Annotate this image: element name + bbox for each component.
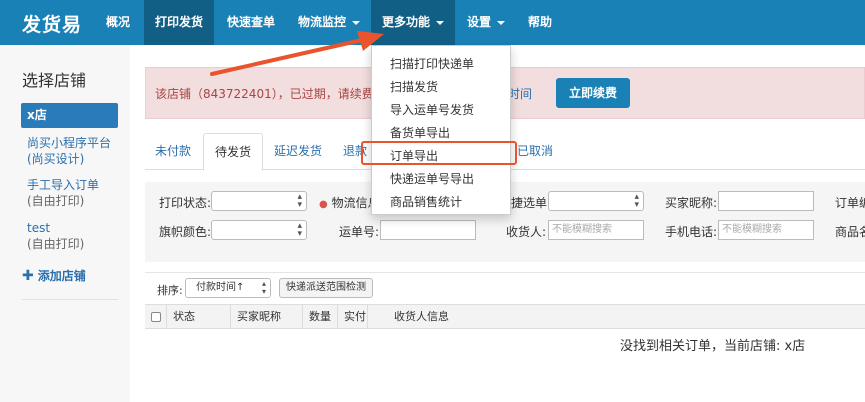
- menu-item-scan-print[interactable]: 扫描打印快递单: [390, 55, 474, 72]
- goods-name-label: 商品名: [835, 225, 865, 239]
- print-status-label: 打印状态:: [159, 196, 212, 210]
- brand-logo[interactable]: 发货易: [22, 10, 82, 37]
- tab-to-ship[interactable]: 待发货: [203, 133, 263, 171]
- menu-item-waybill-export[interactable]: 快递运单号导出: [390, 170, 474, 187]
- caret-down-icon: [497, 20, 505, 25]
- express-select[interactable]: ▴ ▾: [548, 191, 644, 211]
- sidebar-item-sub: (自由打印): [27, 237, 85, 251]
- nav-overview[interactable]: 概况: [96, 0, 140, 45]
- nav-print-ship[interactable]: 打印发货: [144, 0, 214, 45]
- delivery-range-check-button[interactable]: 快递派送范围检测: [279, 278, 373, 298]
- add-store-button[interactable]: ✚ 添加店铺: [22, 267, 86, 284]
- store-sidebar: 选择店铺 x店 尚买小程序平台 (尚买设计) 手工导入订单 (自由打印) tes…: [0, 45, 130, 402]
- sidebar-item-label: test: [27, 221, 51, 235]
- sidebar-item-sub: (自由打印): [27, 194, 85, 208]
- nav-settings-label: 设置: [466, 15, 491, 29]
- phone-input[interactable]: 不能模糊搜索: [718, 220, 814, 240]
- col-paid: 实付: [338, 305, 368, 329]
- buyer-nick-label: 买家昵称:: [665, 196, 718, 210]
- tab-unpaid[interactable]: 未付款: [145, 133, 201, 170]
- sidebar-title: 选择店铺: [22, 71, 87, 90]
- express-label: 捷选单:: [511, 196, 552, 210]
- sort-label: 排序:: [157, 284, 183, 297]
- waybill-label: 运单号:: [339, 225, 380, 239]
- sort-selected-value: 付款时间↑: [196, 282, 245, 293]
- waybill-input[interactable]: [380, 220, 476, 240]
- sidebar-item-test[interactable]: test (自由打印): [27, 220, 84, 252]
- sidebar-divider: [22, 299, 118, 300]
- nav-help[interactable]: 帮助: [520, 0, 560, 45]
- sidebar-item-active-store[interactable]: x店: [21, 103, 118, 128]
- empty-orders-message: 没找到相关订单，当前店铺: x店: [620, 339, 806, 354]
- select-all-checkbox[interactable]: [151, 312, 161, 322]
- receiver-label: 收货人:: [506, 225, 547, 239]
- alert-message: 该店铺（843722401），已过期，请续费。: [155, 87, 386, 101]
- flag-color-label: 旗帜颜色:: [159, 225, 212, 239]
- top-navbar: 发货易 概况 打印发货 快速查单 物流监控 更多功能 设置 帮助: [0, 0, 865, 45]
- nav-quick-search[interactable]: 快速查单: [216, 0, 286, 45]
- buyer-nick-input[interactable]: [718, 191, 814, 211]
- required-dot-icon: ●: [319, 199, 328, 210]
- menu-item-stock-export[interactable]: 备货单导出: [390, 124, 450, 141]
- caret-down-icon: [352, 20, 360, 25]
- col-receiver-info: 收货人信息: [394, 310, 449, 323]
- renew-button[interactable]: 立即续费: [556, 78, 630, 108]
- more-features-dropdown: 扫描打印快递单 扫描发货 导入运单号发货 备货单导出 订单导出 快递运单号导出 …: [371, 45, 511, 215]
- updown-arrow-icon: ▴ ▾: [634, 192, 639, 210]
- col-quantity: 数量: [303, 305, 338, 329]
- updown-arrow-icon: ▴ ▾: [261, 279, 266, 296]
- alert-time-link[interactable]: 时间: [508, 85, 532, 102]
- highlight-box: [361, 141, 517, 165]
- add-store-label: 添加店铺: [37, 269, 86, 283]
- sort-select[interactable]: 付款时间↑ ▴ ▾: [185, 278, 271, 298]
- sidebar-item-shangmai[interactable]: 尚买小程序平台 (尚买设计): [27, 135, 111, 167]
- sidebar-item-sub: (尚买设计): [27, 152, 85, 166]
- phone-label: 手机电话:: [665, 225, 718, 239]
- plus-icon: ✚: [22, 268, 34, 284]
- sidebar-item-label: 尚买小程序平台: [27, 136, 112, 150]
- nav-more-features[interactable]: 更多功能: [371, 0, 455, 45]
- tab-delayed[interactable]: 延迟发货: [267, 133, 329, 170]
- nav-more-features-label: 更多功能: [381, 15, 430, 29]
- select-all-cell: [145, 305, 167, 329]
- menu-item-sales-stats[interactable]: 商品销售统计: [390, 193, 462, 210]
- col-buyer-nick: 买家昵称: [231, 305, 303, 329]
- app-window: 发货易 概况 打印发货 快速查单 物流监控 更多功能 设置 帮助 选择店铺 x店…: [0, 0, 865, 402]
- caret-down-icon: [436, 20, 444, 25]
- sidebar-item-label: 手工导入订单: [27, 178, 100, 192]
- sort-bar: 排序: 付款时间↑ ▴ ▾ 快递派送范围检测: [145, 272, 865, 302]
- nav-logistics-monitor[interactable]: 物流监控: [288, 0, 370, 45]
- menu-item-import-waybill[interactable]: 导入运单号发货: [390, 101, 474, 118]
- nav-settings[interactable]: 设置: [457, 0, 515, 45]
- updown-arrow-icon: ▴ ▾: [297, 221, 302, 239]
- nav-logistics-monitor-label: 物流监控: [297, 15, 346, 29]
- sidebar-item-manual-import[interactable]: 手工导入订单 (自由打印): [27, 177, 99, 209]
- col-status: 状态: [167, 305, 231, 329]
- menu-item-scan-ship[interactable]: 扫描发货: [390, 78, 438, 95]
- updown-arrow-icon: ▴ ▾: [297, 192, 302, 210]
- order-no-label: 订单编: [835, 196, 865, 210]
- receiver-input[interactable]: 不能模糊搜索: [548, 220, 644, 240]
- print-status-select[interactable]: ▴ ▾: [211, 191, 307, 211]
- flag-color-select[interactable]: ▴ ▾: [211, 220, 307, 240]
- order-table-header: 状态 买家昵称 数量 实付 收货人信息: [145, 304, 865, 329]
